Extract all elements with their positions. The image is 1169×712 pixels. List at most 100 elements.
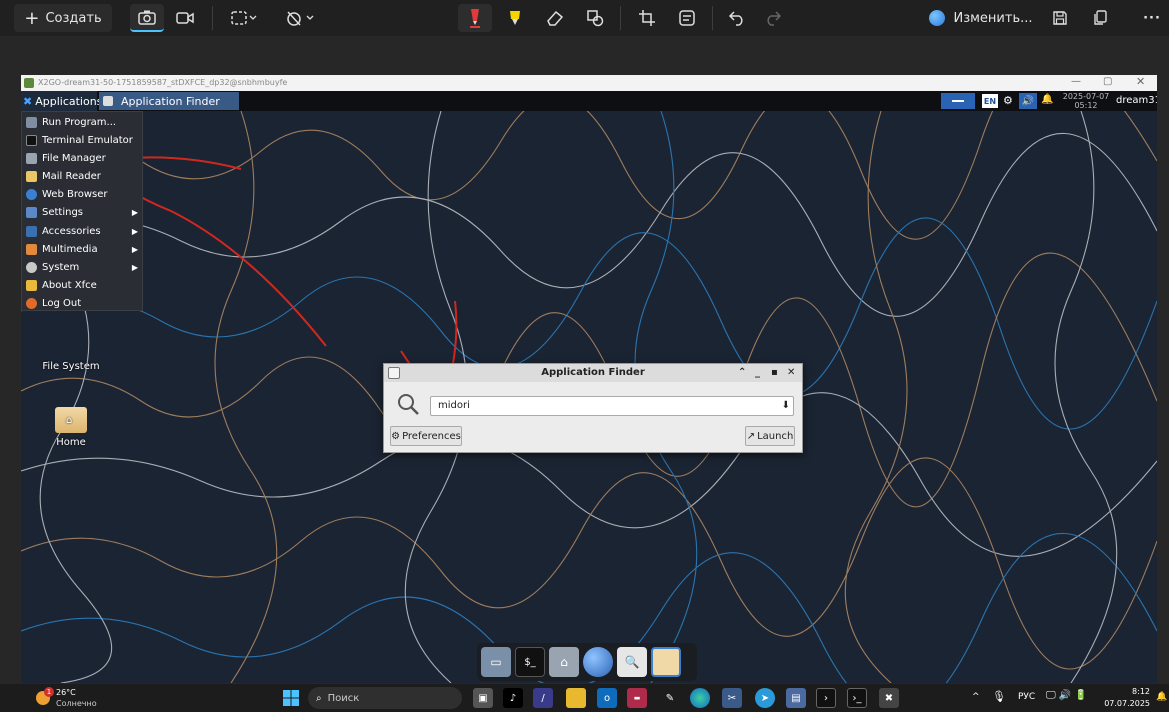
pen-app-icon[interactable]: ✎ <box>660 688 680 708</box>
windows-start-icon[interactable] <box>281 688 301 708</box>
notification-bell-icon[interactable]: 🔔 <box>1041 94 1053 105</box>
menu-item-system[interactable]: System ▶ <box>22 258 142 276</box>
file-explorer-icon[interactable] <box>566 688 586 708</box>
edit-label: Изменить... <box>953 10 1033 26</box>
minimize-icon[interactable]: _ <box>755 364 760 382</box>
network-icon[interactable]: ⚙ <box>1003 94 1013 107</box>
menu-item-label: About Xfce <box>42 279 97 291</box>
expand-arrow-icon[interactable]: ⬇ <box>782 397 790 415</box>
menu-item-accessories[interactable]: Accessories ▶ <box>22 222 142 240</box>
shapes-icon[interactable] <box>580 4 610 32</box>
file-manager-dock-icon[interactable]: ⌂ <box>549 647 579 677</box>
taskbar-time: 8:12 <box>1132 687 1150 696</box>
save-icon[interactable] <box>1046 4 1074 32</box>
terminal-icon[interactable]: › <box>816 688 836 708</box>
weather-widget[interactable]: 1 26°C Солнечно <box>34 687 104 709</box>
taskbar-item-app-finder[interactable]: Application Finder <box>99 92 239 110</box>
submenu-arrow-icon: ▶ <box>131 207 138 217</box>
outlook-icon[interactable]: o <box>597 688 617 708</box>
network-volume-icon[interactable]: 🖵 🔊 🔋 <box>1046 690 1087 701</box>
menu-item-label: Run Program... <box>42 116 117 128</box>
user-label[interactable]: dream31 <box>1116 95 1157 106</box>
task-view-icon[interactable]: ▣ <box>473 688 493 708</box>
redo-icon[interactable] <box>758 4 788 32</box>
web-browser-dock-icon[interactable] <box>583 647 613 677</box>
close-icon[interactable]: ✕ <box>1136 75 1145 88</box>
pen-icon[interactable] <box>458 4 492 32</box>
vm-window: X2GO-dream31-50-1751859587_stDXFCE_dp32@… <box>21 75 1157 683</box>
keyboard-layout-icon[interactable]: EN <box>982 94 998 108</box>
menu-item-terminal[interactable]: Terminal Emulator <box>22 131 142 149</box>
search-icon <box>396 392 420 420</box>
logout-icon <box>26 297 37 309</box>
snip-toolbar: + Создать Изменить... ··· <box>0 0 1169 36</box>
app-finder-dock-icon[interactable]: 🔍 <box>617 647 647 677</box>
new-button[interactable]: + Создать <box>14 4 112 32</box>
settings-icon <box>26 206 37 218</box>
tiktok-icon[interactable]: ♪ <box>503 688 523 708</box>
edit-with-paint-button[interactable]: Изменить... <box>928 4 1034 32</box>
app-search-input[interactable]: midori ⬇ <box>430 396 794 416</box>
show-desktop-icon[interactable] <box>941 93 975 109</box>
menu-item-label: Accessories <box>42 225 101 237</box>
menu-item-file-manager[interactable]: File Manager <box>22 149 142 167</box>
text-actions-icon[interactable] <box>672 4 702 32</box>
preferences-button[interactable]: ⚙ Preferences <box>390 426 462 446</box>
ellipsis-icon[interactable]: ··· <box>1138 4 1166 32</box>
menu-item-settings[interactable]: Settings ▶ <box>22 203 142 221</box>
menu-item-label: File Manager <box>42 152 106 164</box>
remote-app-icon[interactable]: ▤ <box>786 688 806 708</box>
taskbar-search-box[interactable]: ⌕ Поиск <box>308 687 462 709</box>
windows-taskbar: 1 26°C Солнечно ⌕ Поиск ▣ ♪ / o ▬ ✎ ✂ ➤ … <box>0 684 1169 712</box>
media-app-icon[interactable]: ▬ <box>627 688 647 708</box>
folder-dock-icon[interactable] <box>651 647 681 677</box>
new-label: Создать <box>45 10 102 26</box>
shade-icon[interactable]: ⌃ <box>738 364 746 382</box>
launch-button[interactable]: ↗ Launch <box>745 426 795 446</box>
menu-item-web-browser[interactable]: Web Browser <box>22 185 142 203</box>
menu-item-multimedia[interactable]: Multimedia ▶ <box>22 240 142 258</box>
app-icon[interactable]: / <box>533 688 553 708</box>
submenu-arrow-icon: ▶ <box>131 262 138 272</box>
timer-off-icon[interactable] <box>280 4 320 32</box>
copy-icon[interactable] <box>1086 4 1114 32</box>
edge-icon[interactable] <box>690 688 710 708</box>
undo-icon[interactable] <box>722 4 752 32</box>
crop-icon[interactable] <box>632 4 662 32</box>
show-desktop-dock-icon[interactable]: ▭ <box>481 647 511 677</box>
menu-item-label: Web Browser <box>42 188 108 200</box>
taskbar-clock[interactable]: 8:12 07.07.2025 <box>1100 686 1150 710</box>
submenu-arrow-icon: ▶ <box>131 226 138 236</box>
input-language[interactable]: РУС <box>1018 692 1035 702</box>
desktop-icon-home[interactable]: ⌂ Home <box>49 407 93 448</box>
notification-icon[interactable]: 🔔 <box>1156 692 1167 702</box>
minimize-icon[interactable]: — <box>1071 76 1081 87</box>
clock[interactable]: 2025-07-07 05:12 <box>1061 91 1111 111</box>
rectangle-mode-icon[interactable] <box>224 4 264 32</box>
applications-menu-button[interactable]: ✖ Applications <box>21 91 102 111</box>
eraser-icon[interactable] <box>540 4 570 32</box>
x2go-icon[interactable]: ✖ <box>879 688 899 708</box>
telegram-icon[interactable]: ➤ <box>755 688 775 708</box>
weather-desc: Солнечно <box>56 699 97 708</box>
menu-item-mail-reader[interactable]: Mail Reader <box>22 167 142 185</box>
menu-item-log-out[interactable]: Log Out <box>22 294 142 312</box>
maximize-icon[interactable]: ▢ <box>1103 76 1112 87</box>
terminal-dock-icon[interactable]: $_ <box>515 647 545 677</box>
microphone-icon[interactable]: 🎙 <box>992 690 1006 703</box>
camera-icon[interactable] <box>130 4 164 32</box>
tray-overflow-icon[interactable]: ^ <box>972 692 980 702</box>
snipping-tool-icon[interactable]: ✂ <box>722 688 742 708</box>
desktop-icon-file-system[interactable]: File System <box>41 361 101 372</box>
vm-titlebar: X2GO-dream31-50-1751859587_stDXFCE_dp32@… <box>21 75 1157 91</box>
menu-item-about-xfce[interactable]: About Xfce <box>22 276 142 294</box>
volume-icon[interactable]: 🔊 <box>1019 93 1037 109</box>
video-icon[interactable] <box>168 4 202 32</box>
applications-menu: Run Program... Terminal Emulator File Ma… <box>21 111 143 311</box>
clock-date: 2025-07-07 <box>1062 92 1110 101</box>
highlighter-icon[interactable] <box>500 4 530 32</box>
terminal-2-icon[interactable]: ›_ <box>847 688 867 708</box>
close-icon[interactable]: ✕ <box>787 364 795 382</box>
maximize-icon[interactable]: ▪ <box>771 364 778 382</box>
menu-item-run-program[interactable]: Run Program... <box>22 113 142 131</box>
